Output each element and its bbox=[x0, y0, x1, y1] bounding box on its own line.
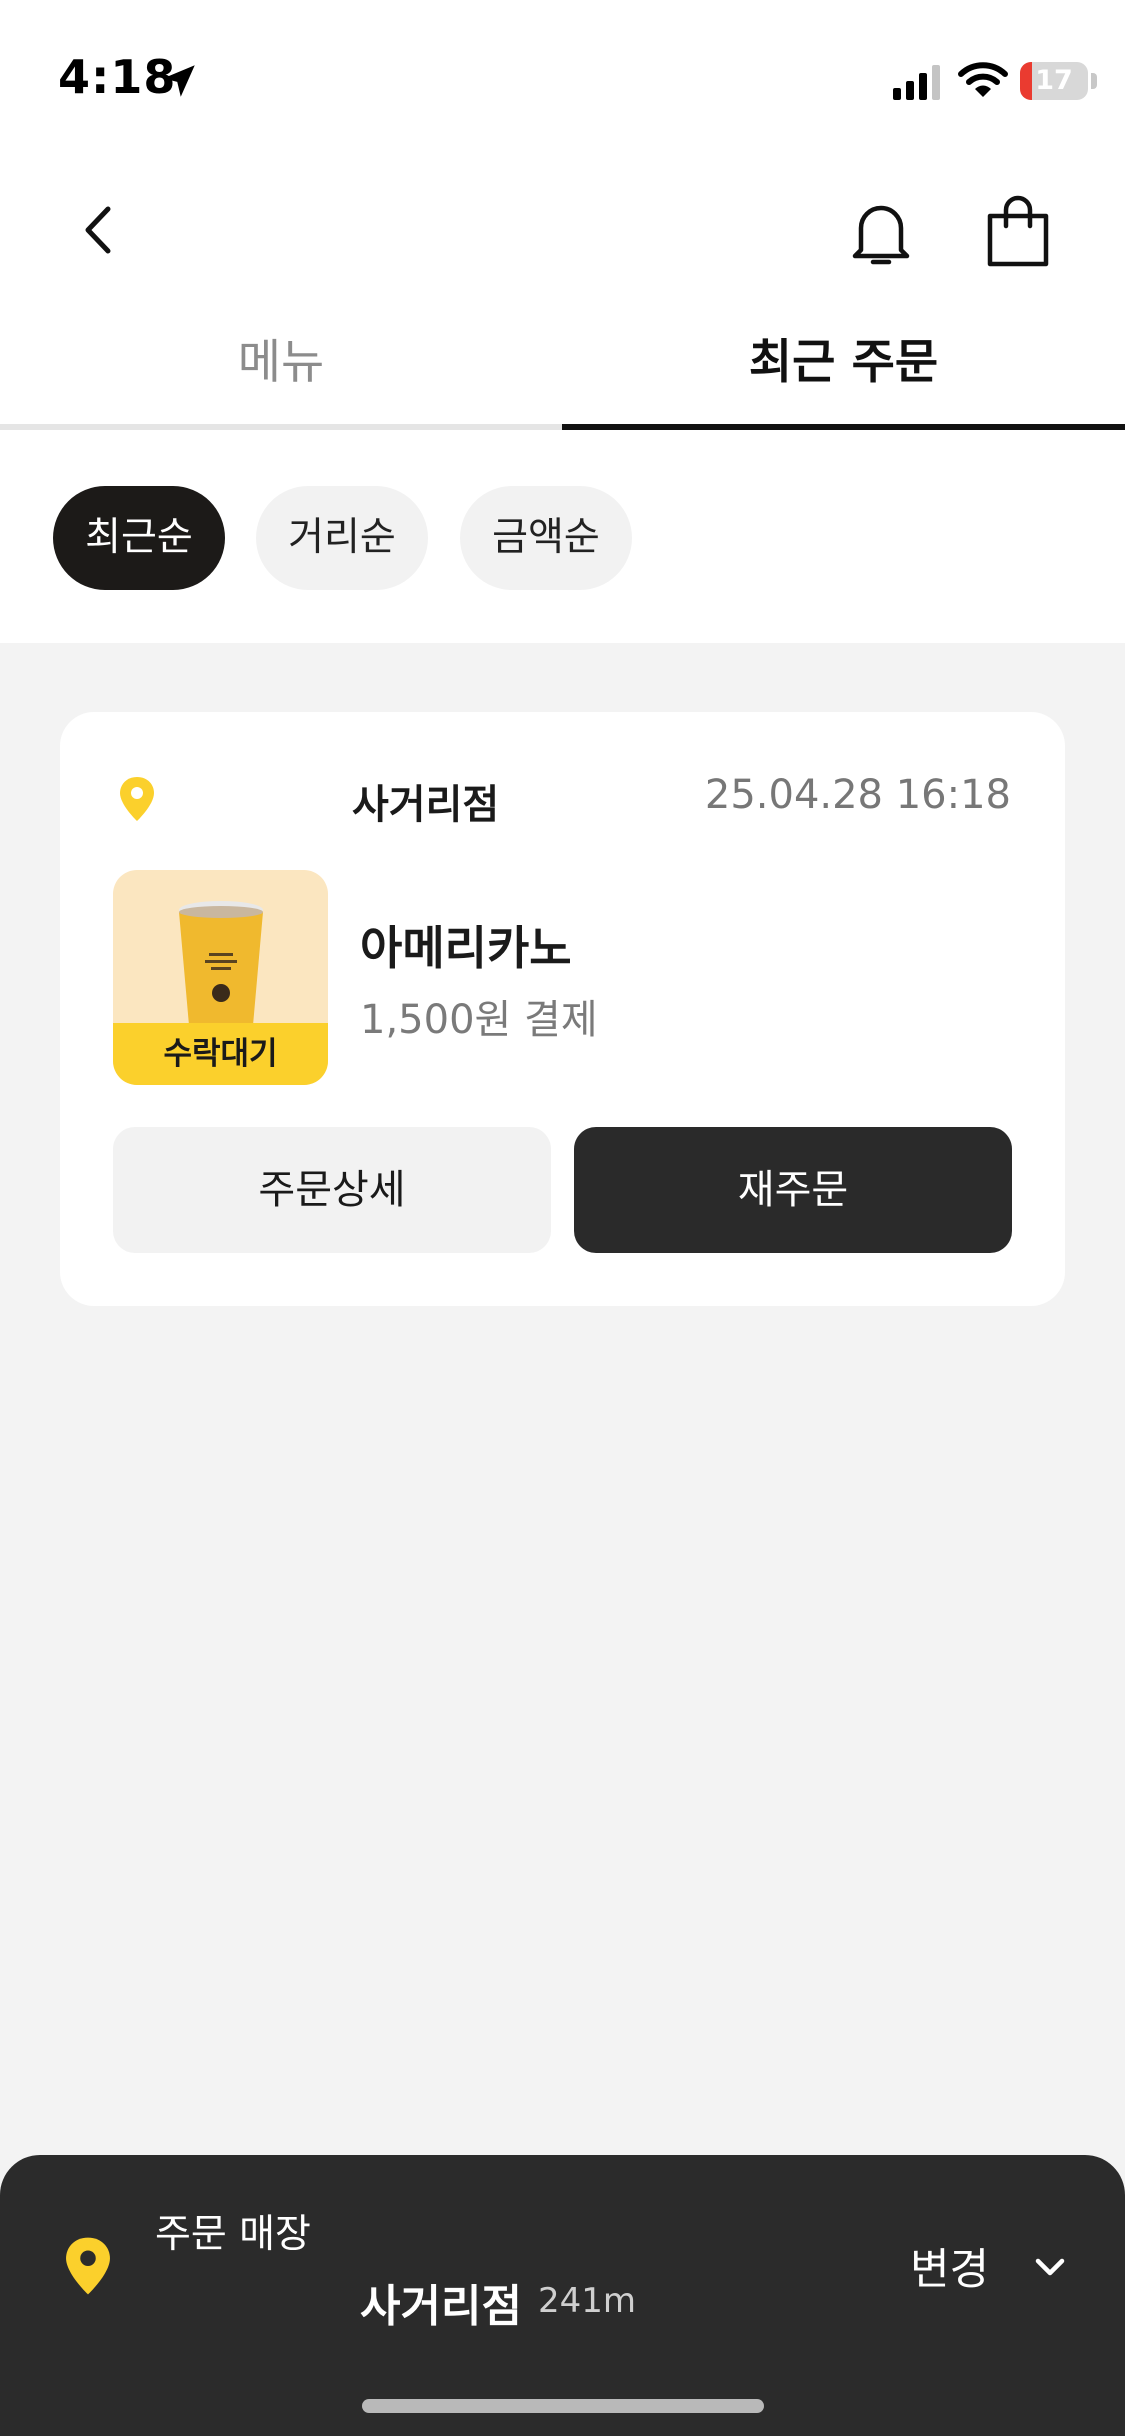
product-name: 아메리카노 bbox=[360, 921, 572, 975]
battery-level: 17 bbox=[1035, 65, 1073, 96]
store-distance: 241m bbox=[538, 2281, 637, 2321]
order-date: 25.04.28 16:18 bbox=[704, 772, 1011, 818]
order-detail-button[interactable]: 주문상세 bbox=[113, 1127, 551, 1253]
order-status-badge: 수락대기 bbox=[113, 1023, 328, 1085]
product-thumbnail: 수락대기 bbox=[113, 870, 328, 1085]
chevron-down-icon[interactable] bbox=[1030, 2247, 1070, 2287]
order-store-name: 사거리점 bbox=[352, 782, 500, 828]
bell-icon[interactable] bbox=[843, 192, 919, 274]
order-store-label: 주문 매장 bbox=[155, 2212, 311, 2257]
selected-store-name: 사거리점 bbox=[360, 2281, 522, 2332]
tab-menu[interactable]: 메뉴 bbox=[0, 325, 562, 430]
status-bar: 4:18 17 bbox=[0, 0, 1125, 150]
battery-icon: 17 bbox=[1020, 62, 1088, 100]
filter-chip-distance[interactable]: 거리순 bbox=[256, 486, 428, 590]
location-arrow-icon bbox=[163, 65, 195, 97]
location-pin-icon bbox=[120, 777, 154, 821]
order-store-bar[interactable]: 주문 매장 사거리점 241m 변경 bbox=[0, 2155, 1125, 2436]
shopping-bag-icon[interactable] bbox=[980, 192, 1056, 274]
tab-recent-orders[interactable]: 최근 주문 bbox=[562, 325, 1125, 430]
filter-chip-recent[interactable]: 최근순 bbox=[53, 486, 225, 590]
wifi-icon bbox=[958, 62, 1008, 97]
cellular-signal-icon bbox=[893, 65, 940, 100]
filter-chip-amount[interactable]: 금액순 bbox=[460, 486, 632, 590]
home-indicator bbox=[362, 2399, 764, 2413]
reorder-button[interactable]: 재주문 bbox=[574, 1127, 1012, 1253]
order-card: 사거리점 25.04.28 16:18 수락대기 아메리카노 1,500원 결제… bbox=[60, 712, 1065, 1306]
change-store-button[interactable]: 변경 bbox=[910, 2235, 989, 2297]
location-pin-icon bbox=[66, 2237, 110, 2295]
back-button[interactable] bbox=[70, 195, 130, 265]
product-price: 1,500원 결제 bbox=[360, 997, 598, 1043]
battery-tip bbox=[1091, 73, 1097, 89]
